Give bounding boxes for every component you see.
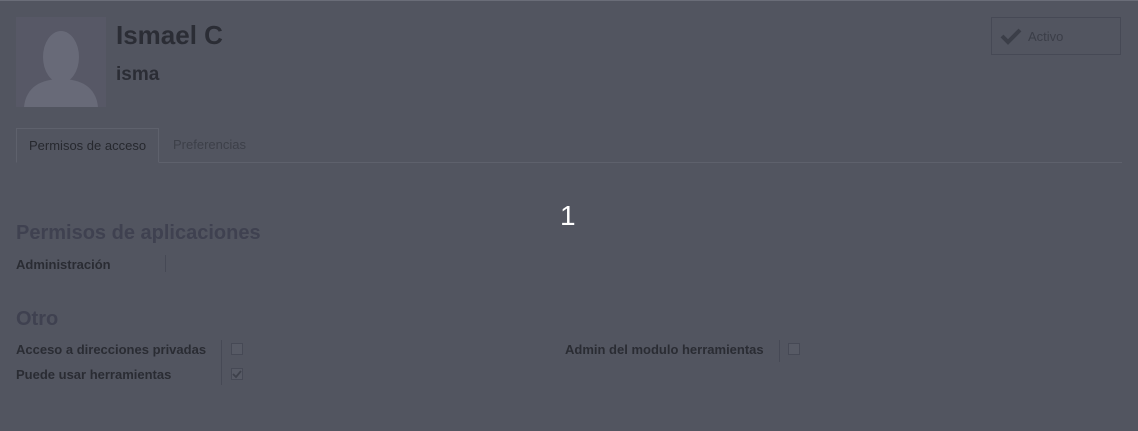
field-separator <box>221 340 222 385</box>
field-separator <box>165 255 166 272</box>
tab-access-rights[interactable]: Permisos de acceso <box>16 128 160 163</box>
top-border <box>0 0 1138 1</box>
check-icon <box>1000 28 1022 45</box>
field-label-use-tools: Puede usar herramientas <box>16 367 172 382</box>
checkmark-icon <box>232 370 242 379</box>
user-login: isma <box>116 64 160 85</box>
field-label-administracion: Administración <box>16 257 111 272</box>
section-title-other: Otro <box>16 308 59 330</box>
user-avatar[interactable] <box>16 17 106 107</box>
checkbox-tools-module-admin[interactable] <box>788 343 800 355</box>
tab-preferences[interactable]: Preferencias <box>161 128 258 162</box>
active-toggle-button[interactable]: Activo <box>991 17 1121 55</box>
avatar-placeholder-icon <box>16 17 106 107</box>
section-title-app-permissions: Permisos de aplicaciones <box>16 222 261 244</box>
checkbox-private-addresses[interactable] <box>231 343 243 355</box>
overlay-marker: 1 <box>560 200 576 231</box>
field-label-tools-module-admin: Admin del modulo herramientas <box>565 342 764 357</box>
field-label-private-addresses: Acceso a direcciones privadas <box>16 342 207 357</box>
active-toggle-label: Activo <box>1028 28 1064 44</box>
field-separator <box>779 340 780 362</box>
user-name: Ismael C <box>116 20 223 50</box>
checkbox-use-tools[interactable] <box>231 368 243 380</box>
tab-bar: Permisos de acceso Preferencias <box>16 128 1122 163</box>
